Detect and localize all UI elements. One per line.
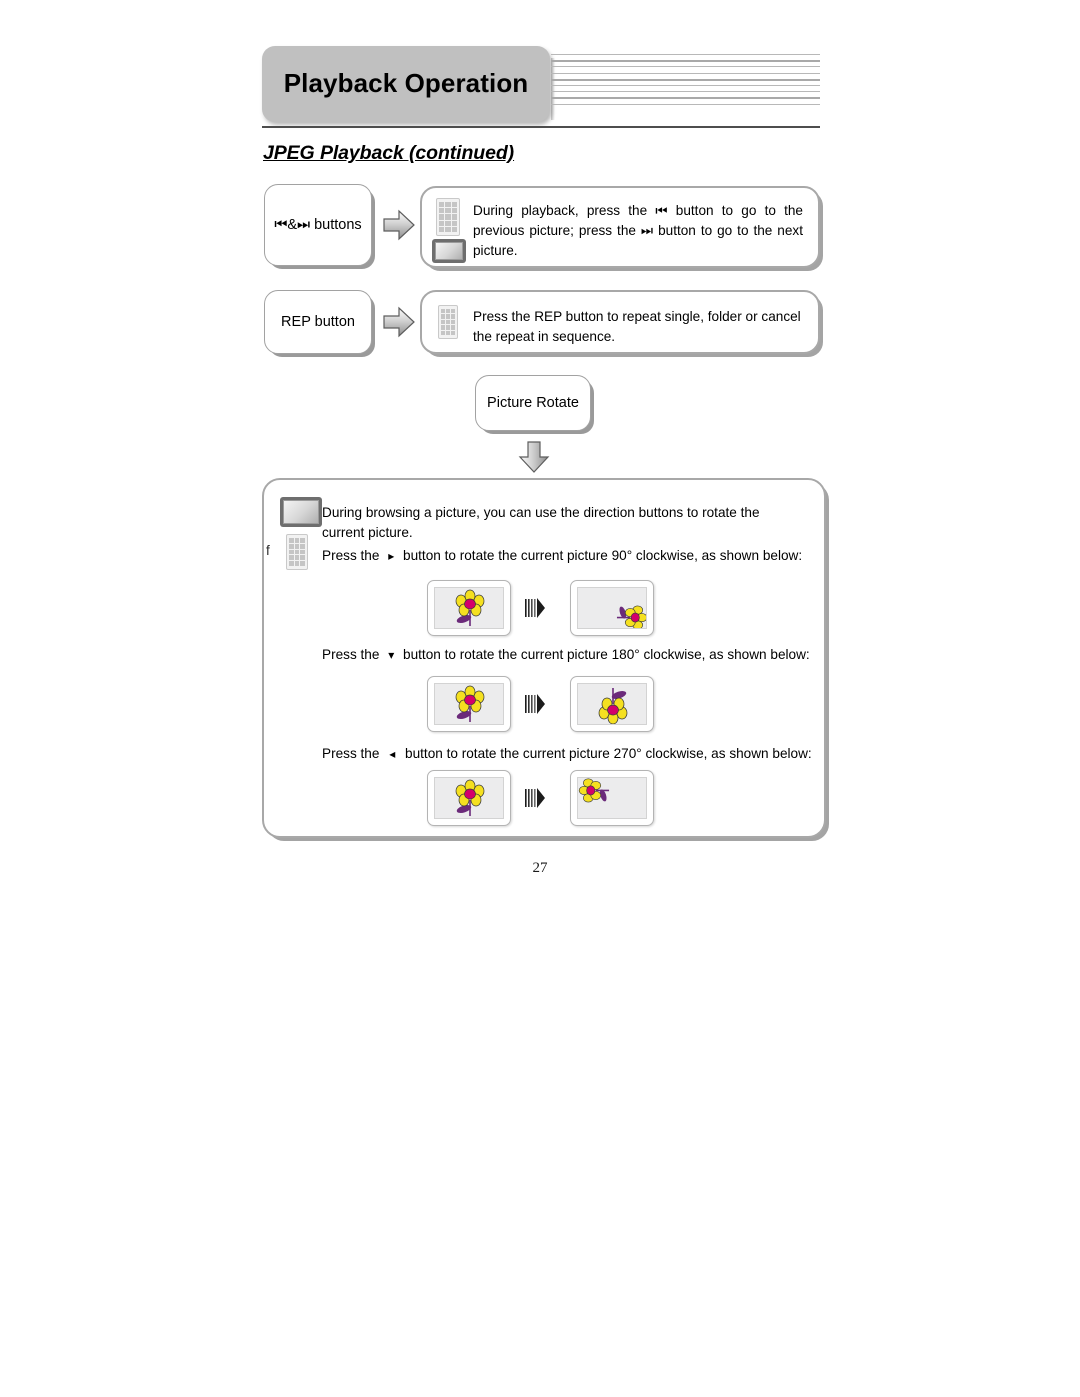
rotate-step-90-text: Press the ▸ button to rotate the current… xyxy=(322,546,812,566)
header-decor-lines xyxy=(551,54,820,114)
header-decor-line xyxy=(551,66,820,68)
rotate-step-270-text: Press the ◂ button to rotate the current… xyxy=(322,744,812,764)
header-decor-line xyxy=(551,54,820,55)
description-text-rep-button: Press the REP button to repeat single, f… xyxy=(473,309,801,344)
picture-after-180 xyxy=(570,676,654,732)
rotate-step-270-prefix: Press the xyxy=(322,746,380,761)
label-box-picture-rotate: Picture Rotate xyxy=(475,375,591,431)
description-text-skip-buttons: During playback, press the ⏮ button to g… xyxy=(473,203,803,258)
label-box-picture-rotate-text: Picture Rotate xyxy=(487,395,579,411)
header-decor-line xyxy=(551,103,820,105)
remote-control-icon xyxy=(438,305,458,339)
rotate-step-180-suffix: button to rotate the current picture 180… xyxy=(403,647,810,662)
arrow-down-glyph-icon: ▾ xyxy=(388,648,395,662)
label-box-rep-button-text: REP button xyxy=(281,314,355,330)
header-decor-line xyxy=(551,97,820,100)
tv-screen-icon xyxy=(280,497,322,527)
right-arrow-icon xyxy=(382,208,416,242)
rotate-intro-text: During browsing a picture, you can use t… xyxy=(322,505,760,540)
section-heading: JPEG Playback (continued) xyxy=(263,142,515,164)
picture-before-270 xyxy=(427,770,511,826)
rotate-step-90-suffix: button to rotate the current picture 90°… xyxy=(403,548,803,563)
stray-character: f xyxy=(266,543,270,558)
label-box-rep-button: REP button xyxy=(264,290,372,354)
page-title-box: Playback Operation xyxy=(262,46,550,122)
picture-before-90 xyxy=(427,580,511,636)
picture-after-270 xyxy=(570,770,654,826)
page-title: Playback Operation xyxy=(283,68,529,98)
label-box-skip-buttons-text: ⏮&⏭ buttons xyxy=(274,217,362,233)
header-decor-line xyxy=(551,85,820,86)
header-decor-line xyxy=(551,60,820,63)
page-number-footer: 27 xyxy=(0,860,1080,877)
page-number: 27 xyxy=(532,860,548,876)
header-decor-line xyxy=(551,78,820,81)
right-arrow-icon xyxy=(382,305,416,339)
motion-arrow-icon xyxy=(524,786,546,810)
rotate-step-270-suffix: button to rotate the current picture 270… xyxy=(405,746,812,761)
motion-arrow-icon xyxy=(524,692,546,716)
header-divider-rule xyxy=(262,126,820,128)
page-header: Playback Operation xyxy=(262,46,820,124)
motion-arrow-icon xyxy=(524,596,546,620)
rotate-step-180-text: Press the ▾ button to rotate the current… xyxy=(322,645,812,665)
remote-control-icon xyxy=(436,198,460,236)
arrow-left-glyph-icon: ◂ xyxy=(389,747,396,761)
picture-before-180 xyxy=(427,676,511,732)
arrow-right-glyph-icon: ▸ xyxy=(388,549,395,563)
rotate-step-90-prefix: Press the xyxy=(322,548,380,563)
rotate-step-180-prefix: Press the xyxy=(322,647,380,662)
picture-after-90 xyxy=(570,580,654,636)
label-box-skip-buttons: ⏮&⏭ buttons xyxy=(264,184,372,266)
header-decor-line xyxy=(551,72,820,74)
header-decor-line xyxy=(551,91,820,93)
tv-screen-icon xyxy=(432,239,466,263)
down-arrow-icon xyxy=(518,440,550,474)
remote-control-icon xyxy=(286,534,308,570)
